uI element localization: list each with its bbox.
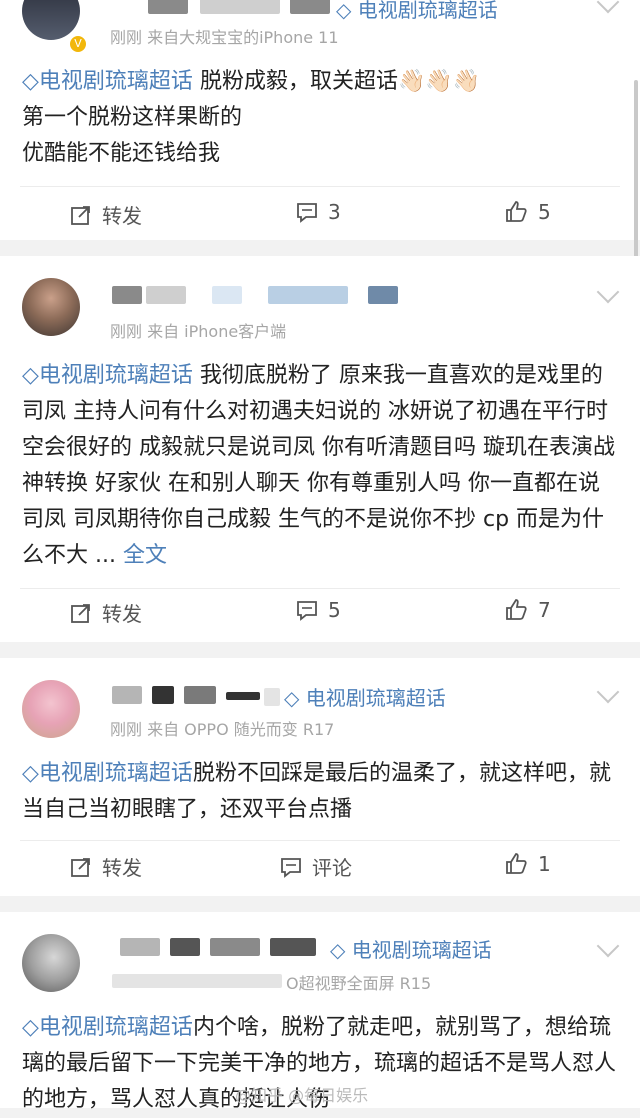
topic-diamond-icon: ◇ <box>22 761 39 786</box>
topic-diamond-icon: ◇ <box>22 1015 39 1040</box>
post-card-1[interactable]: V ◇ 电视剧琉璃超话 刚刚 来自大规宝宝的iPhone 11 ◇电视剧琉璃超话… <box>0 0 640 240</box>
username-redacted <box>170 938 200 956</box>
comment-button[interactable]: 5 <box>296 598 341 622</box>
avatar[interactable] <box>22 934 80 992</box>
topic-link[interactable]: ◇电视剧琉璃超话 <box>22 69 193 94</box>
username-redacted <box>212 286 242 304</box>
post-text: 我彻底脱粉了 原来我一直喜欢的是戏里的司凤 主持人问有什么对初遇夫妇说的 冰妍说… <box>22 363 615 568</box>
header-topic[interactable]: ◇ 电视剧琉璃超话 <box>330 934 492 963</box>
post-line: 脱粉成毅，取关超话👋🏻👋🏻👋🏻 <box>199 69 481 94</box>
username-redacted <box>120 938 160 956</box>
comment-button[interactable]: 3 <box>296 200 341 224</box>
meta-redacted <box>112 974 282 988</box>
username-redacted <box>210 938 260 956</box>
repost-button[interactable]: 转发 <box>70 200 142 229</box>
username-redacted <box>226 692 260 700</box>
repost-icon <box>71 603 90 623</box>
username-redacted <box>148 0 188 14</box>
post-body[interactable]: ◇电视剧琉璃超话脱粉不回踩是最后的温柔了，就这样吧，就当自己当初眼瞎了，还双平台… <box>22 756 620 828</box>
topic-link[interactable]: ◇电视剧琉璃超话 <box>22 761 193 786</box>
username-redacted <box>146 286 186 304</box>
divider <box>20 588 620 589</box>
avatar[interactable] <box>22 680 80 738</box>
repost-icon <box>71 857 90 877</box>
repost-label: 转发 <box>102 856 142 880</box>
like-count: 1 <box>538 852 551 876</box>
comment-button[interactable]: 评论 <box>280 852 352 881</box>
verified-badge-icon: V <box>70 36 86 52</box>
watermark: @知乎 @每日娱乐 <box>235 1086 369 1105</box>
post-meta: 刚刚 来自大规宝宝的iPhone 11 <box>110 28 339 47</box>
topic-diamond-icon: ◇ <box>284 686 300 710</box>
post-body[interactable]: ◇电视剧琉璃超话 我彻底脱粉了 原来我一直喜欢的是戏里的司凤 主持人问有什么对初… <box>22 358 620 574</box>
comment-count: 3 <box>328 200 341 224</box>
action-bar: 转发 评论 1 <box>0 848 640 888</box>
divider <box>20 840 620 841</box>
like-icon <box>506 599 527 620</box>
post-meta: 刚刚 来自 OPPO 随光而变 R17 <box>110 720 335 739</box>
like-icon <box>506 853 527 874</box>
repost-button[interactable]: 转发 <box>70 852 142 881</box>
topic-link[interactable]: ◇电视剧琉璃超话 <box>22 1015 193 1040</box>
read-more-link[interactable]: 全文 <box>123 543 167 568</box>
chevron-down-icon[interactable] <box>596 680 620 704</box>
action-bar: 转发 3 5 <box>0 196 640 236</box>
chevron-down-icon[interactable] <box>596 934 620 958</box>
username-redacted <box>112 286 142 304</box>
comment-icon <box>297 203 317 223</box>
repost-label: 转发 <box>102 204 142 228</box>
post-line: 优酷能不能还钱给我 <box>22 141 221 166</box>
topic-diamond-icon: ◇ <box>330 938 346 962</box>
username-redacted <box>290 0 330 14</box>
chevron-down-icon[interactable] <box>596 0 620 14</box>
username-redacted <box>368 286 398 304</box>
username-redacted <box>184 686 216 704</box>
repost-button[interactable]: 转发 <box>70 598 142 627</box>
like-button[interactable]: 1 <box>504 852 551 876</box>
like-count: 7 <box>538 598 551 622</box>
username-redacted <box>112 686 142 704</box>
username-redacted <box>270 938 316 956</box>
post-meta: 刚刚 来自 iPhone客户端 <box>110 322 287 341</box>
chevron-down-icon[interactable] <box>596 280 620 304</box>
post-card-4[interactable]: ◇ 电视剧琉璃超话 O超视野全面屏 R15 ◇电视剧琉璃超话内个啥，脱粉了就走吧… <box>0 912 640 1112</box>
like-icon <box>506 201 527 222</box>
username-redacted <box>152 686 174 704</box>
avatar[interactable] <box>22 278 80 336</box>
post-meta: O超视野全面屏 R15 <box>286 974 432 993</box>
comment-icon <box>281 857 301 878</box>
scrollbar[interactable] <box>634 80 638 270</box>
like-count: 5 <box>538 200 551 224</box>
username-redacted <box>264 688 280 706</box>
post-line: 第一个脱粉这样果断的 <box>22 105 243 130</box>
repost-icon <box>71 205 90 225</box>
repost-label: 转发 <box>102 602 142 626</box>
comment-count: 5 <box>328 598 341 622</box>
avatar[interactable] <box>22 0 80 40</box>
comment-label: 评论 <box>312 856 352 880</box>
post-body[interactable]: ◇电视剧琉璃超话 脱粉成毅，取关超话👋🏻👋🏻👋🏻 第一个脱粉这样果断的 优酷能不… <box>22 64 620 172</box>
username-redacted <box>200 0 280 14</box>
action-bar: 转发 5 7 <box>0 594 640 634</box>
post-card-2[interactable]: 刚刚 来自 iPhone客户端 ◇电视剧琉璃超话 我彻底脱粉了 原来我一直喜欢的… <box>0 256 640 642</box>
username-redacted <box>268 286 348 304</box>
post-card-3[interactable]: ◇ 电视剧琉璃超话 刚刚 来自 OPPO 随光而变 R17 ◇电视剧琉璃超话脱粉… <box>0 658 640 896</box>
header-topic[interactable]: ◇ 电视剧琉璃超话 <box>336 0 498 23</box>
divider <box>20 186 620 187</box>
comment-icon <box>297 601 317 621</box>
like-button[interactable]: 5 <box>504 200 551 224</box>
topic-diamond-icon: ◇ <box>336 0 352 22</box>
topic-diamond-icon: ◇ <box>22 363 39 388</box>
topic-diamond-icon: ◇ <box>22 69 39 94</box>
topic-link[interactable]: ◇电视剧琉璃超话 <box>22 363 193 388</box>
like-button[interactable]: 7 <box>504 598 551 622</box>
header-topic[interactable]: ◇ 电视剧琉璃超话 <box>284 682 446 711</box>
